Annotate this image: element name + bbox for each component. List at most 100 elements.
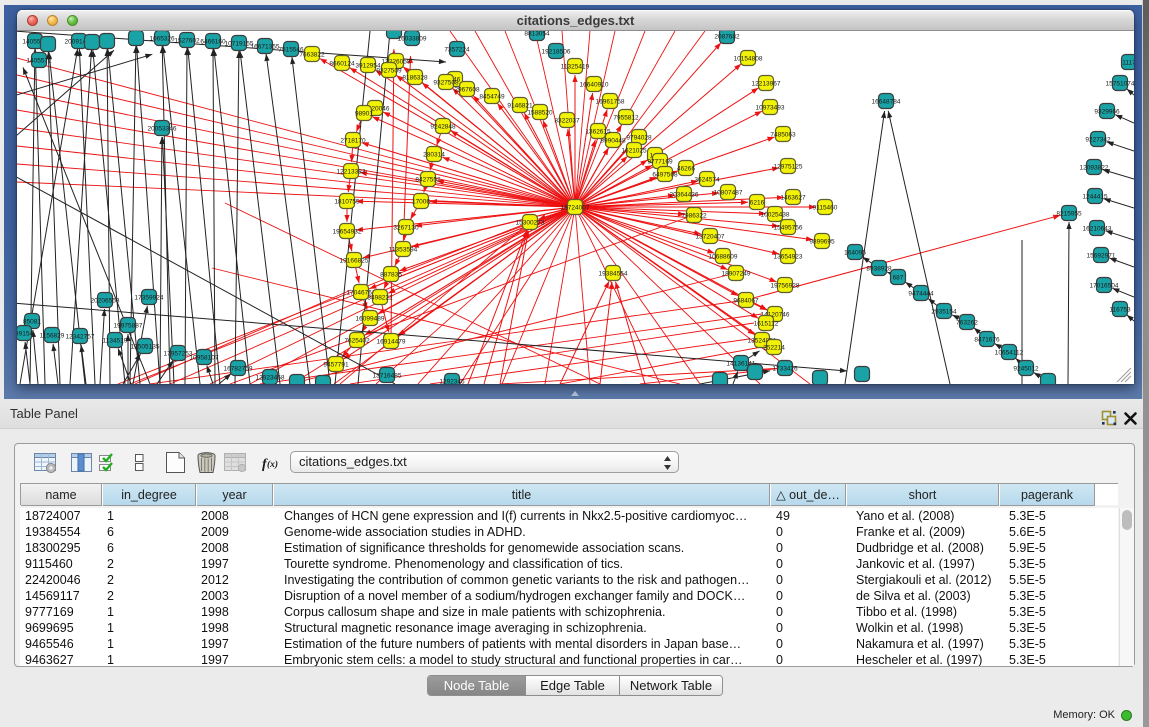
svg-text:3267130: 3267130 [393,224,419,231]
svg-text:1292346: 1292346 [439,378,465,384]
svg-text:7955812: 7955812 [613,114,639,121]
svg-text:18907249: 18907249 [722,270,751,277]
svg-text:13654923: 13654923 [774,253,803,260]
svg-text:9329966: 9329966 [1094,108,1120,115]
svg-text:17006: 17006 [412,198,430,205]
svg-text:15300273: 15300273 [516,219,545,226]
svg-text:1065326: 1065326 [149,35,175,42]
svg-text:9245012: 9245012 [1013,365,1039,372]
svg-text:10973493: 10973493 [756,104,785,111]
svg-text:15495756: 15495756 [774,224,803,231]
svg-text:8454749: 8454749 [479,93,505,100]
svg-text:12213967: 12213967 [752,80,781,87]
svg-text:10688609: 10688609 [709,253,738,260]
svg-text:20206558: 20206558 [91,297,120,304]
svg-text:10807487: 10807487 [714,189,743,196]
svg-text:8813054: 8813054 [524,31,550,37]
svg-text:280314: 280314 [423,151,445,158]
svg-text:2935154: 2935154 [931,308,957,315]
svg-text:9327509: 9327509 [376,67,402,74]
svg-text:16648784: 16648784 [872,98,901,105]
svg-text:8990448: 8990448 [600,137,626,144]
svg-text:17359924: 17359924 [135,294,164,301]
svg-text:12093822: 12093822 [1080,164,1109,171]
svg-text:16961758: 16961758 [596,98,625,105]
svg-text:8660124: 8660124 [329,60,355,67]
svg-text:17957253: 17957253 [164,350,193,357]
svg-text:10958107: 10958107 [190,354,219,361]
svg-text:16640910: 16640910 [580,81,609,88]
svg-text:2087682: 2087682 [714,33,740,40]
svg-text:6216: 6216 [750,199,765,206]
svg-text:12923468: 12923468 [256,374,285,381]
svg-text:10154808: 10154808 [734,55,763,62]
svg-text:9242848: 9242848 [430,123,456,130]
svg-text:1733426: 1733426 [772,365,798,372]
svg-text:17016504: 17016504 [1090,282,1119,289]
svg-text:19975887: 19975887 [114,322,143,329]
svg-text:1463627: 1463627 [780,194,806,201]
svg-text:46266: 46266 [677,165,695,172]
svg-text:164095: 164095 [844,249,866,256]
svg-text:8427552: 8427552 [415,176,441,183]
svg-text:18724007: 18724007 [561,204,590,211]
svg-text:1621025: 1621025 [621,147,647,154]
svg-text:15751074: 15751074 [1106,80,1134,87]
svg-text:1244415: 1244415 [1082,193,1108,200]
svg-text:9327508: 9327508 [433,79,459,86]
svg-text:20364436: 20364436 [670,191,699,198]
svg-text:39154: 39154 [17,330,33,337]
svg-text:763262: 763262 [956,319,978,326]
svg-text:19166825: 19166825 [340,257,369,264]
svg-text:3624574: 3624574 [694,176,720,183]
svg-text:6466160: 6466160 [200,38,226,45]
svg-text:1156829: 1156829 [40,332,65,339]
svg-text:19384554: 19384554 [599,270,628,277]
svg-text:9794028: 9794028 [626,134,652,141]
svg-text:9227342: 9227342 [1085,136,1111,143]
svg-text:19756928: 19756928 [771,282,800,289]
svg-text:7625402: 7625402 [344,337,370,344]
svg-text:7663822: 7663822 [299,51,325,58]
svg-text:9474444: 9474444 [908,290,934,297]
svg-text:16671355: 16671355 [251,43,280,50]
svg-text:3498222: 3498222 [367,294,393,301]
svg-text:8471676: 8471676 [974,336,1000,343]
svg-text:1810755: 1810755 [334,198,360,205]
svg-text:687: 687 [893,274,904,281]
svg-text:9899695: 9899695 [809,238,835,245]
svg-text:15692971: 15692971 [1087,252,1116,259]
svg-text:1527602: 1527602 [174,37,200,44]
svg-text:13720407: 13720407 [696,233,725,240]
svg-text:6497568: 6497568 [652,171,678,178]
svg-text:20053346: 20053346 [148,125,177,132]
svg-text:8186328: 8186328 [402,74,428,81]
svg-text:2718170: 2718170 [340,137,366,144]
svg-text:252214: 252214 [763,344,785,351]
svg-text:85081: 85081 [23,318,41,325]
svg-text:7986322: 7986322 [681,212,707,219]
svg-text:16033809: 16033809 [398,35,427,42]
svg-text:12213383: 12213383 [337,168,366,175]
svg-text:10654112: 10654112 [995,349,1024,356]
svg-text:19654932: 19654932 [333,228,362,235]
svg-text:12505135: 12505135 [131,343,160,350]
svg-text:9115460: 9115460 [813,204,838,211]
svg-text:98901: 98901 [355,110,373,117]
svg-text:12342757: 12342757 [66,333,95,340]
svg-text:9684067: 9684067 [733,297,759,304]
svg-text:(x): (x) [267,459,278,470]
svg-text:1134519: 1134519 [103,337,128,344]
svg-text:8215955: 8215955 [1056,210,1082,217]
svg-text:11325419: 11325419 [561,63,590,70]
svg-text:1615112: 1615112 [754,320,779,327]
svg-text:1405572: 1405572 [26,57,52,64]
svg-text:7485063: 7485063 [770,131,796,138]
svg-text:1362615: 1362615 [585,128,611,135]
svg-text:10025438: 10025438 [761,211,790,218]
svg-text:9777169: 9777169 [647,158,673,165]
svg-text:16914479: 16914479 [377,338,406,345]
svg-text:16099489: 16099489 [356,315,385,322]
svg-text:16782759: 16782759 [224,365,253,372]
svg-text:2967608: 2967608 [454,86,480,93]
